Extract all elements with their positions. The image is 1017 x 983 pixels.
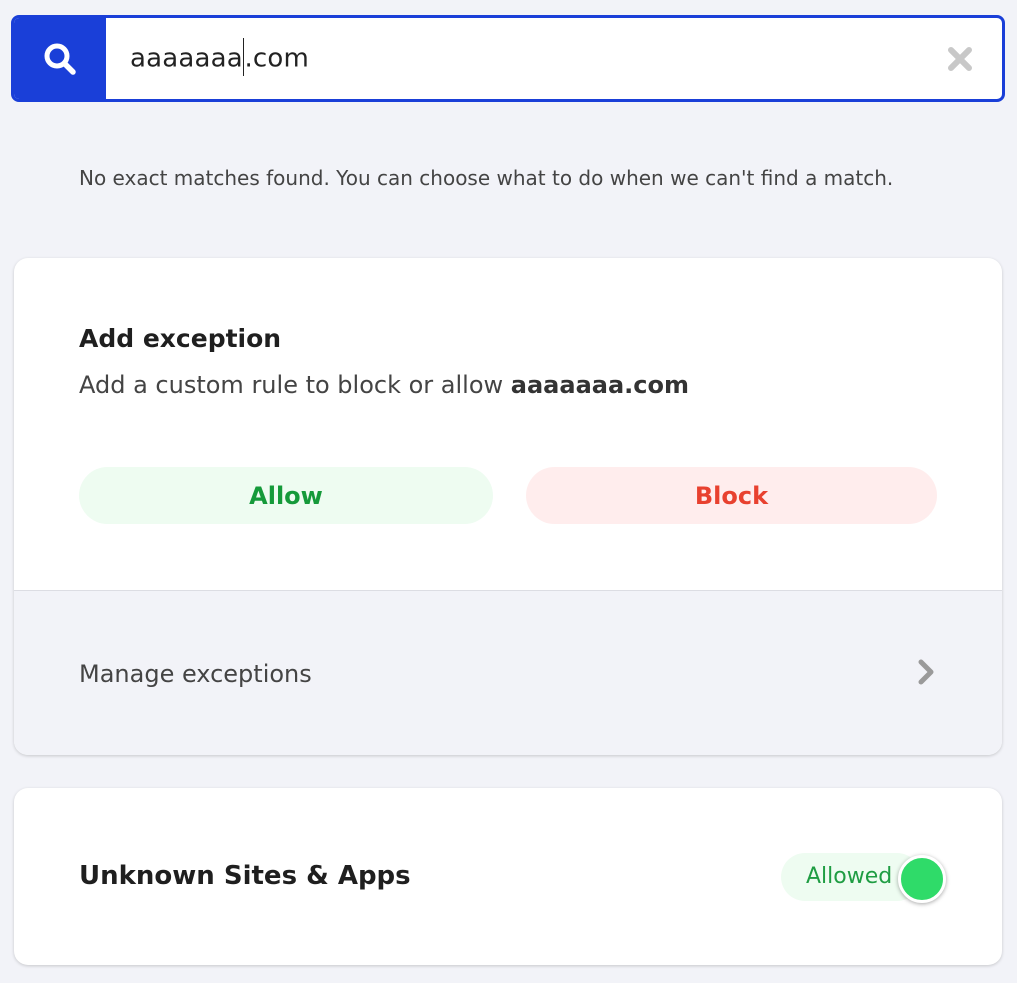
unknown-sites-card: Unknown Sites & Apps Allowed <box>14 788 1002 965</box>
search-icon <box>44 43 76 75</box>
text-caret <box>242 37 245 76</box>
exception-domain: aaaaaaa.com <box>510 371 689 399</box>
add-exception-title: Add exception <box>79 324 282 353</box>
chevron-right-icon <box>916 659 936 685</box>
no-match-message: No exact matches found. You can choose w… <box>79 166 894 190</box>
add-exception-description: Add a custom rule to block or allow aaaa… <box>79 371 689 399</box>
search-bar: aaaaaaa.com <box>11 15 1005 102</box>
close-icon <box>948 46 972 71</box>
search-input[interactable]: aaaaaaa.com <box>106 18 1002 99</box>
add-exception-card: Add exception Add a custom rule to block… <box>14 258 1002 755</box>
search-button[interactable] <box>14 18 106 99</box>
add-exception-section: Add exception Add a custom rule to block… <box>14 258 1002 590</box>
allow-button[interactable]: Allow <box>79 467 493 524</box>
search-input-value[interactable]: aaaaaaa.com <box>130 37 309 78</box>
toggle-knob[interactable] <box>898 855 946 903</box>
unknown-sites-title: Unknown Sites & Apps <box>79 861 411 891</box>
manage-exceptions-label: Manage exceptions <box>79 660 312 688</box>
toggle-label: Allowed <box>806 864 893 889</box>
unknown-sites-toggle[interactable]: Allowed <box>781 853 946 903</box>
manage-exceptions-row[interactable]: Manage exceptions <box>14 590 1002 755</box>
clear-search-button[interactable] <box>946 45 974 73</box>
block-button[interactable]: Block <box>526 467 937 524</box>
